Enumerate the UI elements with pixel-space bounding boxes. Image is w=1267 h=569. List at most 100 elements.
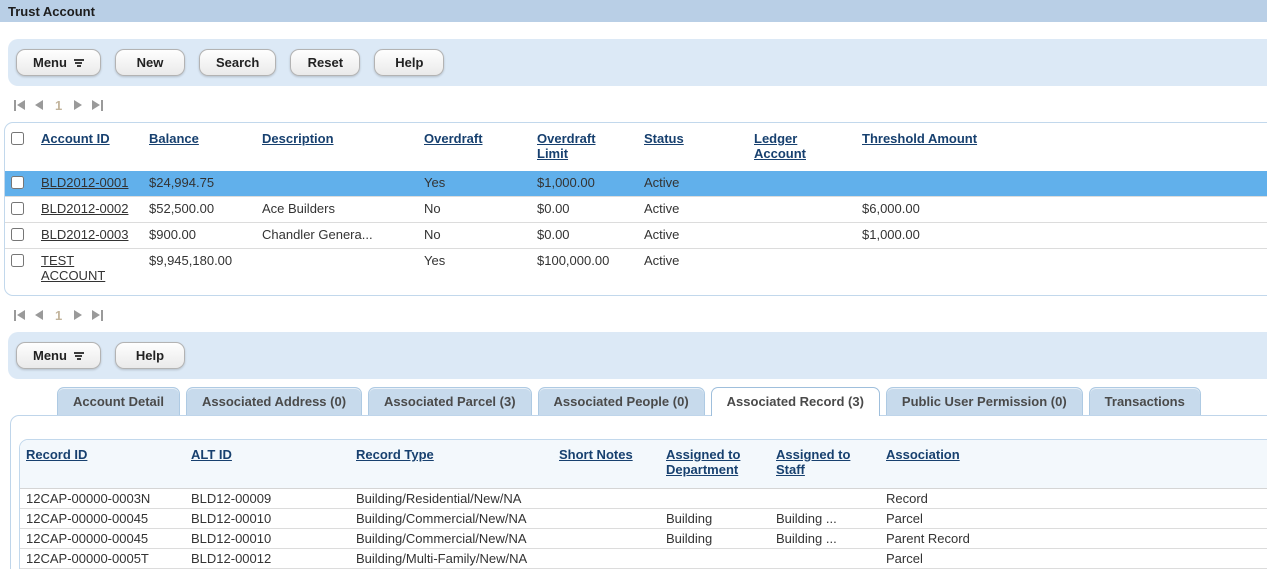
- association-cell: Parcel: [880, 508, 1267, 528]
- description-cell: Chandler Genera...: [256, 223, 418, 249]
- alt-id-cell: BLD12-00010: [185, 508, 350, 528]
- alt-id-cell: BLD12-00012: [185, 548, 350, 568]
- column-header-assigned-to-department[interactable]: Assigned to Department: [666, 447, 740, 477]
- tab-account-detail[interactable]: Account Detail: [57, 387, 180, 415]
- accounts-pagination-top: 1: [14, 96, 1267, 114]
- tab-transactions[interactable]: Transactions: [1089, 387, 1201, 415]
- tab-associated-people[interactable]: Associated People (0): [538, 387, 705, 415]
- table-row[interactable]: BLD2012-0001 $24,994.75 Yes $1,000.00 Ac…: [5, 171, 1267, 197]
- assigned-department-cell: Building: [660, 508, 770, 528]
- associated-record-panel: Record ID ALT ID Record Type Short Notes…: [10, 415, 1267, 569]
- tab-public-user-permission[interactable]: Public User Permission (0): [886, 387, 1083, 415]
- overdraft-cell: Yes: [418, 171, 531, 197]
- record-id-cell: 12CAP-00000-0005T: [20, 548, 185, 568]
- description-cell: Ace Builders: [256, 197, 418, 223]
- column-header-threshold-amount[interactable]: Threshold Amount: [862, 131, 977, 146]
- accounts-table: Account ID Balance Description Overdraft…: [5, 123, 1267, 287]
- assigned-department-cell: Building: [660, 528, 770, 548]
- overdraft-cell: Yes: [418, 249, 531, 288]
- description-cell: [256, 171, 418, 197]
- column-header-alt-id[interactable]: ALT ID: [191, 447, 232, 462]
- ledger-account-cell: [748, 197, 856, 223]
- menu-dropdown-icon: [74, 59, 84, 67]
- table-row[interactable]: BLD2012-0003 $900.00 Chandler Genera... …: [5, 223, 1267, 249]
- table-row[interactable]: 12CAP-00000-0005T BLD12-00012 Building/M…: [20, 548, 1267, 568]
- table-row[interactable]: 12CAP-00000-0003N BLD12-00009 Building/R…: [20, 488, 1267, 508]
- account-id-link[interactable]: BLD2012-0002: [41, 201, 128, 216]
- last-page-icon[interactable]: [92, 100, 103, 111]
- tab-associated-record[interactable]: Associated Record (3): [711, 387, 880, 416]
- row-checkbox[interactable]: [11, 254, 24, 267]
- first-page-icon[interactable]: [14, 100, 25, 111]
- balance-cell: $24,994.75: [143, 171, 256, 197]
- association-cell: Parcel: [880, 548, 1267, 568]
- table-row[interactable]: TEST ACCOUNT $9,945,180.00 Yes $100,000.…: [5, 249, 1267, 288]
- assigned-staff-cell: [770, 488, 880, 508]
- table-row[interactable]: 12CAP-00000-00045 BLD12-00010 Building/C…: [20, 528, 1267, 548]
- status-cell: Active: [638, 249, 748, 288]
- account-id-link[interactable]: TEST ACCOUNT: [41, 253, 105, 283]
- column-header-assigned-to-staff[interactable]: Assigned to Staff: [776, 447, 850, 477]
- overdraft-limit-cell: $100,000.00: [531, 249, 638, 288]
- column-header-overdraft-limit[interactable]: Overdraft Limit: [537, 131, 596, 161]
- association-cell: Record: [880, 488, 1267, 508]
- assigned-staff-cell: Building ...: [770, 528, 880, 548]
- search-button[interactable]: Search: [199, 49, 276, 76]
- tab-associated-address[interactable]: Associated Address (0): [186, 387, 362, 415]
- balance-cell: $9,945,180.00: [143, 249, 256, 288]
- column-header-status[interactable]: Status: [644, 131, 684, 146]
- accounts-pagination-bottom: 1: [14, 306, 1267, 324]
- column-header-ledger-account[interactable]: Ledger Account: [754, 131, 806, 161]
- previous-page-icon[interactable]: [35, 310, 43, 320]
- alt-id-cell: BLD12-00010: [185, 528, 350, 548]
- assigned-department-cell: [660, 548, 770, 568]
- reset-button[interactable]: Reset: [290, 49, 360, 76]
- page-title: Trust Account: [0, 0, 1267, 22]
- column-header-record-id[interactable]: Record ID: [26, 447, 87, 462]
- threshold-amount-cell: [856, 249, 1267, 288]
- record-id-cell: 12CAP-00000-0003N: [20, 488, 185, 508]
- select-all-checkbox[interactable]: [11, 132, 24, 145]
- record-type-cell: Building/Residential/New/NA: [350, 488, 553, 508]
- record-type-cell: Building/Multi-Family/New/NA: [350, 548, 553, 568]
- account-id-link[interactable]: BLD2012-0003: [41, 227, 128, 242]
- detail-tabs: Account Detail Associated Address (0) As…: [10, 387, 1267, 415]
- row-checkbox[interactable]: [11, 176, 24, 189]
- column-header-description[interactable]: Description: [262, 131, 334, 146]
- first-page-icon[interactable]: [14, 310, 25, 321]
- column-header-association[interactable]: Association: [886, 447, 960, 462]
- next-page-icon[interactable]: [74, 310, 82, 320]
- table-row[interactable]: BLD2012-0002 $52,500.00 Ace Builders No …: [5, 197, 1267, 223]
- short-notes-cell: [553, 508, 660, 528]
- tab-associated-parcel[interactable]: Associated Parcel (3): [368, 387, 532, 415]
- last-page-icon[interactable]: [92, 310, 103, 321]
- row-checkbox[interactable]: [11, 228, 24, 241]
- account-id-link[interactable]: BLD2012-0001: [41, 175, 128, 190]
- column-header-short-notes[interactable]: Short Notes: [559, 447, 633, 462]
- table-row[interactable]: 12CAP-00000-00045 BLD12-00010 Building/C…: [20, 508, 1267, 528]
- menu-button[interactable]: Menu: [16, 342, 101, 369]
- previous-page-icon[interactable]: [35, 100, 43, 110]
- column-header-balance[interactable]: Balance: [149, 131, 199, 146]
- new-button[interactable]: New: [115, 49, 185, 76]
- page-number: 1: [53, 98, 64, 113]
- next-page-icon[interactable]: [74, 100, 82, 110]
- column-header-record-type[interactable]: Record Type: [356, 447, 434, 462]
- record-type-cell: Building/Commercial/New/NA: [350, 508, 553, 528]
- balance-cell: $52,500.00: [143, 197, 256, 223]
- column-header-overdraft[interactable]: Overdraft: [424, 131, 483, 146]
- balance-cell: $900.00: [143, 223, 256, 249]
- column-header-account-id[interactable]: Account ID: [41, 131, 110, 146]
- status-cell: Active: [638, 171, 748, 197]
- short-notes-cell: [553, 548, 660, 568]
- help-button[interactable]: Help: [374, 49, 444, 76]
- records-table-container: Record ID ALT ID Record Type Short Notes…: [19, 439, 1267, 569]
- threshold-amount-cell: $6,000.00: [856, 197, 1267, 223]
- menu-dropdown-icon: [74, 352, 84, 360]
- menu-button[interactable]: Menu: [16, 49, 101, 76]
- record-id-cell: 12CAP-00000-00045: [20, 528, 185, 548]
- help-button[interactable]: Help: [115, 342, 185, 369]
- overdraft-cell: No: [418, 223, 531, 249]
- row-checkbox[interactable]: [11, 202, 24, 215]
- association-cell: Parent Record: [880, 528, 1267, 548]
